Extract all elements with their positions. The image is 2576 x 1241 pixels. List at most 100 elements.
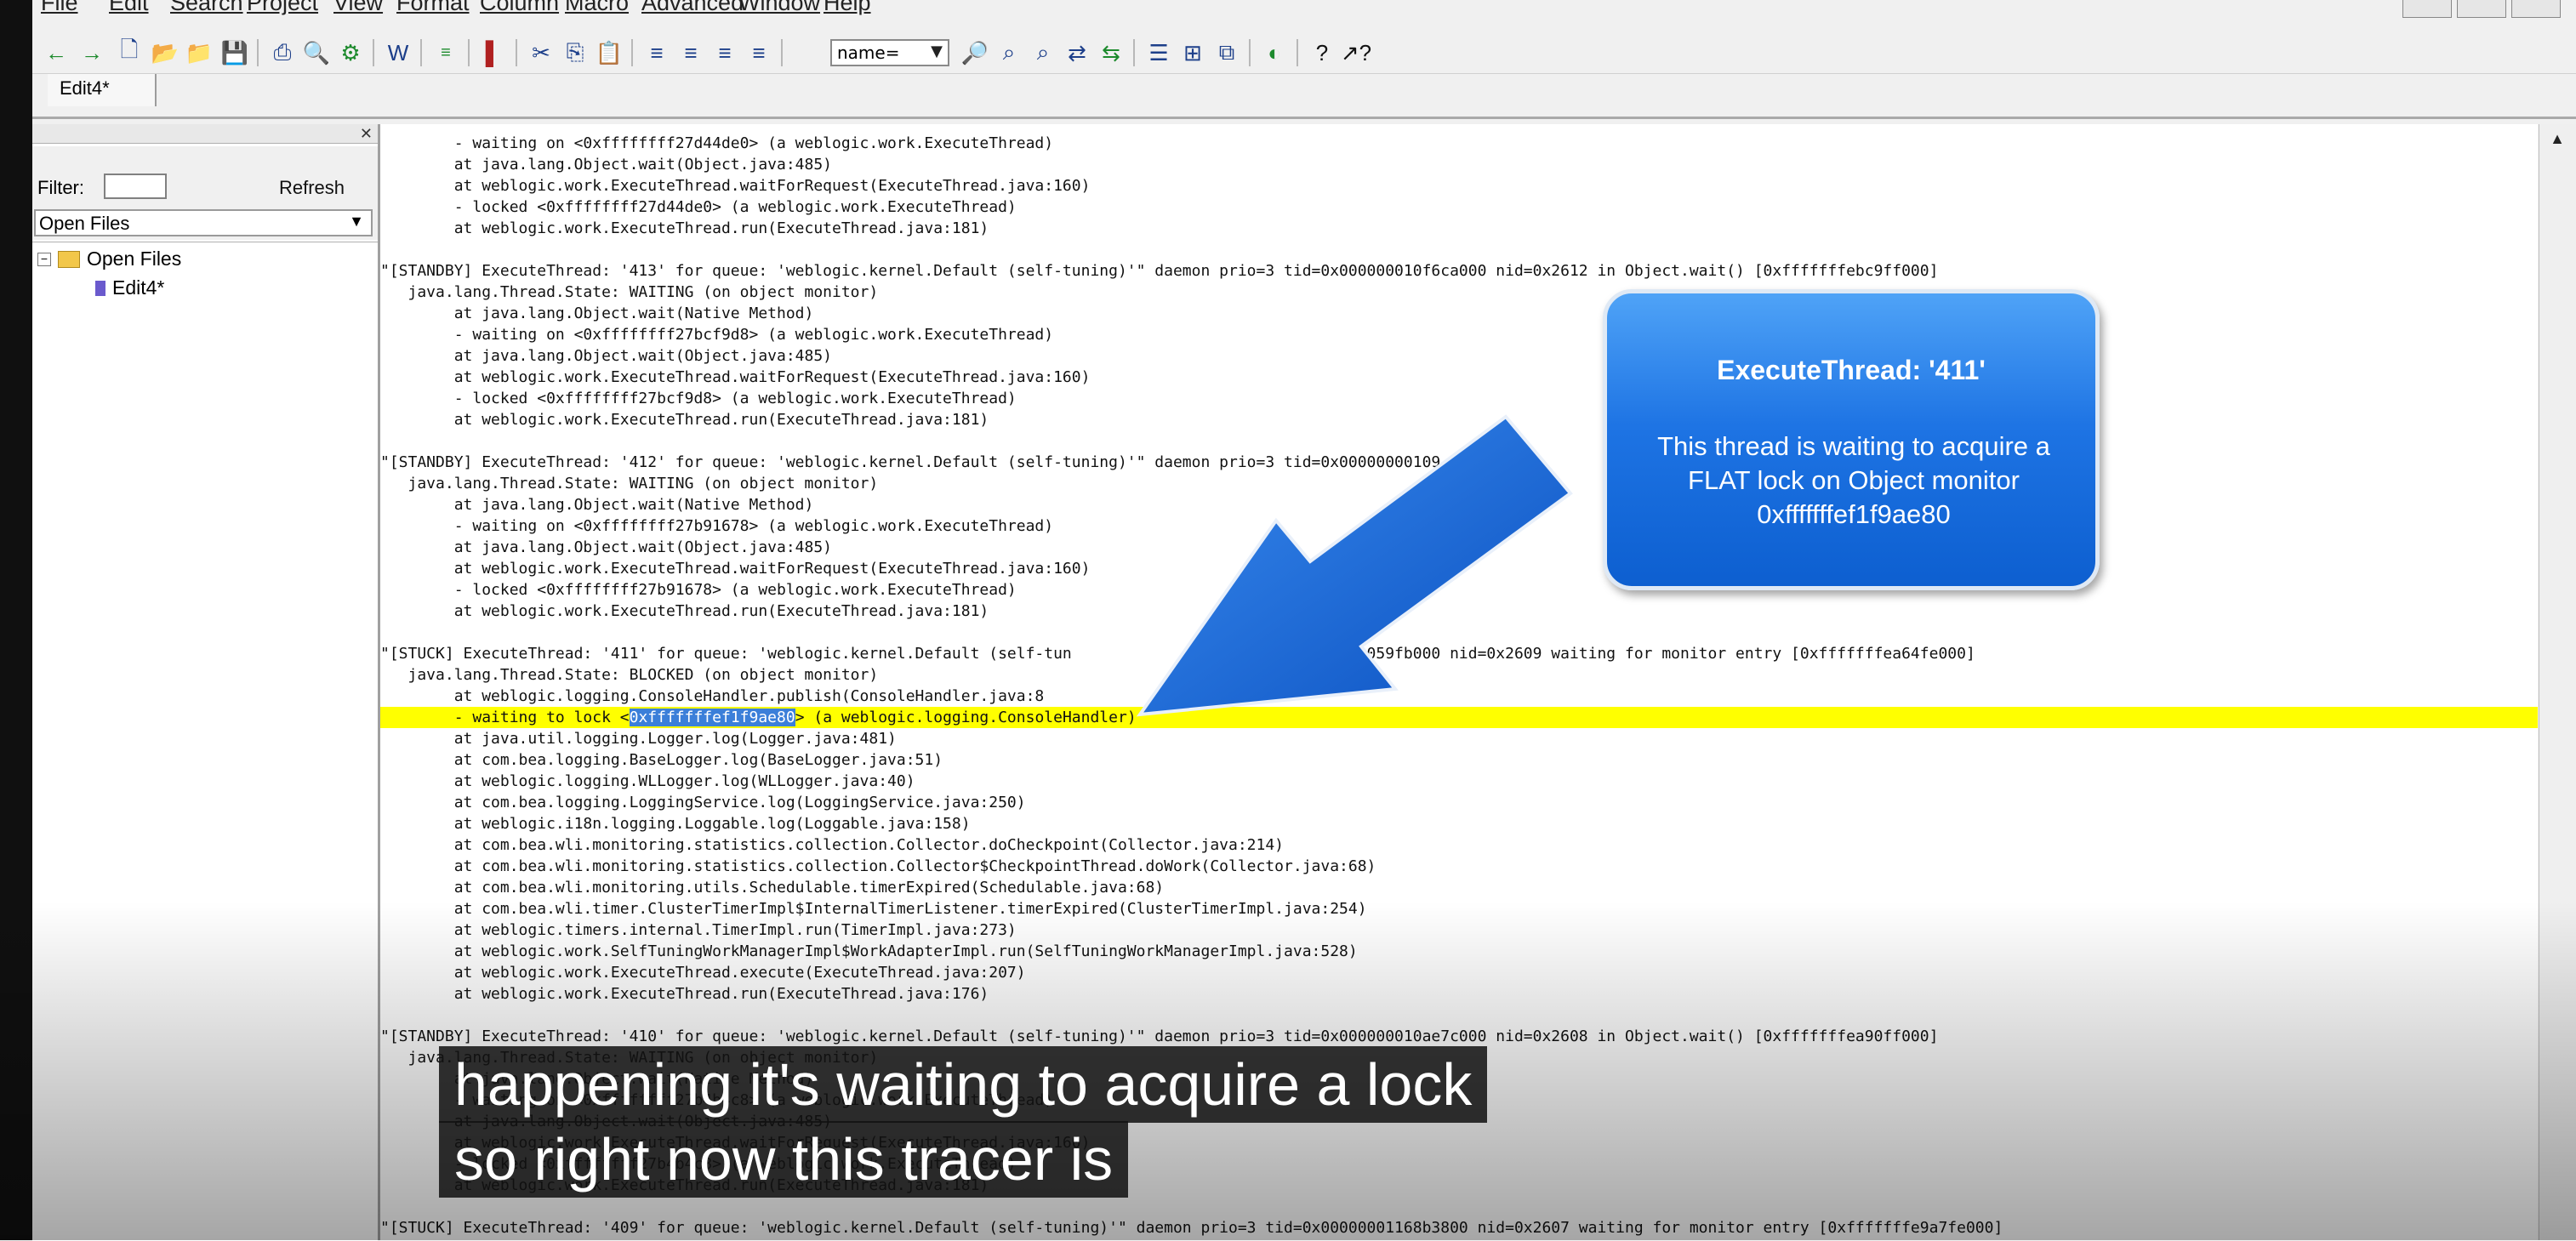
callout-box: ExecuteThread: '411' This thread is wait… (1603, 289, 2100, 590)
code-line: - locked <0xffffffff27d44de0> (a weblogi… (380, 198, 1017, 216)
code-line: "[STANDBY] ExecuteThread: '412' for queu… (380, 453, 2003, 471)
menu-project[interactable]: Project (247, 0, 318, 16)
code-line: at weblogic.logging.WLLogger.log(WLLogge… (380, 772, 915, 790)
toolbar-separator (468, 39, 470, 66)
tree-item-edit4[interactable]: Edit4* (95, 276, 164, 299)
close-window-button[interactable] (2511, 0, 2561, 18)
paste-icon[interactable]: 📋 (594, 37, 624, 68)
code-line: - locked <0xffffffff27b91678> (a weblogi… (380, 581, 1017, 599)
cascade-windows-icon[interactable]: ⧉ (1211, 37, 1242, 68)
code-line: at weblogic.work.ExecuteThread.waitForRe… (380, 560, 1091, 578)
menu-file[interactable]: File (41, 0, 78, 16)
subtitle-line-2: so right now this tracer is (439, 1121, 1129, 1198)
tab-edit4[interactable]: Edit4* (48, 74, 157, 106)
code-line: java.lang.Thread.State: BLOCKED (on obje… (380, 666, 879, 684)
code-line: at weblogic.work.ExecuteThread.run(Execu… (380, 602, 989, 620)
menu-format[interactable]: Format (396, 0, 470, 16)
refresh-button[interactable]: Refresh (279, 177, 345, 199)
menu-help[interactable]: Help (824, 0, 871, 16)
maximize-button[interactable] (2457, 0, 2506, 18)
context-help-icon[interactable]: ↗? (1341, 37, 1371, 68)
folder-icon (58, 250, 80, 268)
window-frame-left (0, 0, 32, 1240)
tree-item-open-files[interactable]: − Open Files (37, 248, 181, 270)
callout-body: This thread is waiting to acquire a FLAT… (1657, 431, 2050, 529)
code-line: - locked <0xffffffff27bcf9d8> (a weblogi… (380, 390, 1017, 407)
minimize-button[interactable] (2402, 0, 2452, 18)
align-center-icon[interactable]: ≡ (675, 37, 706, 68)
code-line: at weblogic.work.SelfTuningWorkManagerIm… (380, 942, 1358, 960)
save-icon[interactable]: 💾 (219, 37, 250, 68)
scroll-top-icon[interactable] (2545, 134, 2570, 160)
list-view-icon[interactable]: ☰ (1143, 37, 1174, 68)
menu-window[interactable]: Window (738, 0, 820, 16)
code-line: at weblogic.work.ExecuteThread.run(Execu… (380, 985, 989, 1003)
find-icon[interactable]: 🔎 (960, 37, 990, 68)
document-icon (95, 280, 105, 296)
file-source-select[interactable]: Open Files ▼ (34, 209, 373, 236)
code-line: - waiting on <0xffffffff27d44de0> (a web… (380, 134, 1054, 152)
code-line: at com.bea.logging.LoggingService.log(Lo… (380, 794, 1026, 811)
ftp-icon[interactable]: ⚙ (335, 37, 366, 68)
column-marker-icon[interactable]: ▌ (478, 37, 509, 68)
browser-icon[interactable]: ◐ (1259, 37, 1290, 68)
split-view-icon[interactable]: ⊞ (1177, 37, 1208, 68)
forward-icon[interactable]: → (77, 37, 107, 68)
code-line: "[STANDBY] ExecuteThread: '410' for queu… (380, 1028, 1939, 1045)
subtitle-line-1: happening it's waiting to acquire a lock (439, 1046, 1488, 1123)
file-tree-panel: ✕ Filter: Refresh Open Files ▼ − Open Fi… (32, 124, 380, 1241)
code-line: java.lang.Thread.State: WAITING (on obje… (380, 283, 879, 301)
align-left-icon[interactable]: ≡ (641, 37, 672, 68)
toolbar-separator (257, 39, 259, 66)
back-icon[interactable]: ← (41, 37, 71, 68)
vertical-scrollbar[interactable]: ▲ (2539, 124, 2576, 1240)
menu-edit[interactable]: Edit (109, 0, 149, 16)
help-icon[interactable]: ? (1307, 37, 1337, 68)
find-next-icon[interactable]: ⌕ (994, 37, 1024, 68)
word-wrap-icon[interactable]: W (383, 37, 413, 68)
tree-item-label: Open Files (87, 248, 182, 270)
selected-text[interactable]: 0xfffffffef1f9ae80 (629, 709, 795, 726)
copy-icon[interactable]: ⎘ (560, 37, 590, 68)
menu-advanced[interactable]: Advanced (641, 0, 744, 16)
filter-row: Filter: Refresh Open Files ▼ (32, 146, 378, 240)
find-select[interactable]: name= ▼ (830, 39, 949, 66)
print-icon[interactable]: ⎙ (267, 37, 298, 68)
menu-view[interactable]: View (333, 0, 383, 16)
code-line: - waiting on <0xffffffff27bcf9d8> (a web… (380, 326, 1054, 344)
close-icon[interactable]: ✕ (347, 125, 373, 142)
hex-mode-icon[interactable]: ≡ (430, 37, 461, 68)
open-folder-icon[interactable]: 📁 (184, 37, 214, 68)
code-line: at weblogic.work.ExecuteThread.waitForRe… (380, 368, 1091, 386)
toolbar-separator (631, 39, 633, 66)
open-file-icon[interactable]: 📂 (150, 37, 180, 68)
toolbar: ← → 🗋 📂 📁 💾 ⎙ 🔍 ⚙ W ≡ ▌ ✂ ⎘ 📋 ≡ ≡ ≡ ≡ na… (32, 32, 2576, 74)
code-line: at com.bea.wli.monitoring.utils.Schedula… (380, 879, 1165, 897)
highlighted-code-line: - waiting to lock <0xfffffffef1f9ae80> (… (380, 707, 2538, 728)
align-right-icon[interactable]: ≡ (710, 37, 740, 68)
cut-icon[interactable]: ✂ (526, 37, 556, 68)
code-line: at com.bea.wli.timer.ClusterTimerImpl$In… (380, 900, 1367, 918)
code-line: at weblogic.timers.internal.TimerImpl.ru… (380, 921, 1017, 939)
filter-input[interactable] (104, 174, 167, 199)
toolbar-separator (1249, 39, 1251, 66)
replace-in-files-icon[interactable]: ⇆ (1096, 37, 1126, 68)
replace-icon[interactable]: ⇄ (1062, 37, 1092, 68)
code-line: at weblogic.work.ExecuteThread.run(Execu… (380, 219, 989, 237)
menu-macro[interactable]: Macro (565, 0, 629, 16)
code-line: at com.bea.logging.BaseLogger.log(BaseLo… (380, 751, 943, 769)
new-file-icon[interactable]: 🗋 (114, 37, 145, 68)
justify-icon[interactable]: ≡ (744, 37, 774, 68)
tree-item-label: Edit4* (112, 276, 165, 299)
code-line: at com.bea.wli.monitoring.statistics.col… (380, 836, 1285, 854)
menu-search[interactable]: Search (170, 0, 243, 16)
menu-column[interactable]: Column (480, 0, 559, 16)
toolbar-separator (516, 39, 517, 66)
find-in-files-icon[interactable]: ⌕ (1028, 37, 1058, 68)
print-preview-icon[interactable]: 🔍 (301, 37, 332, 68)
code-line: at weblogic.work.ExecuteThread.waitForRe… (380, 177, 1091, 195)
collapse-icon[interactable]: − (37, 252, 51, 266)
